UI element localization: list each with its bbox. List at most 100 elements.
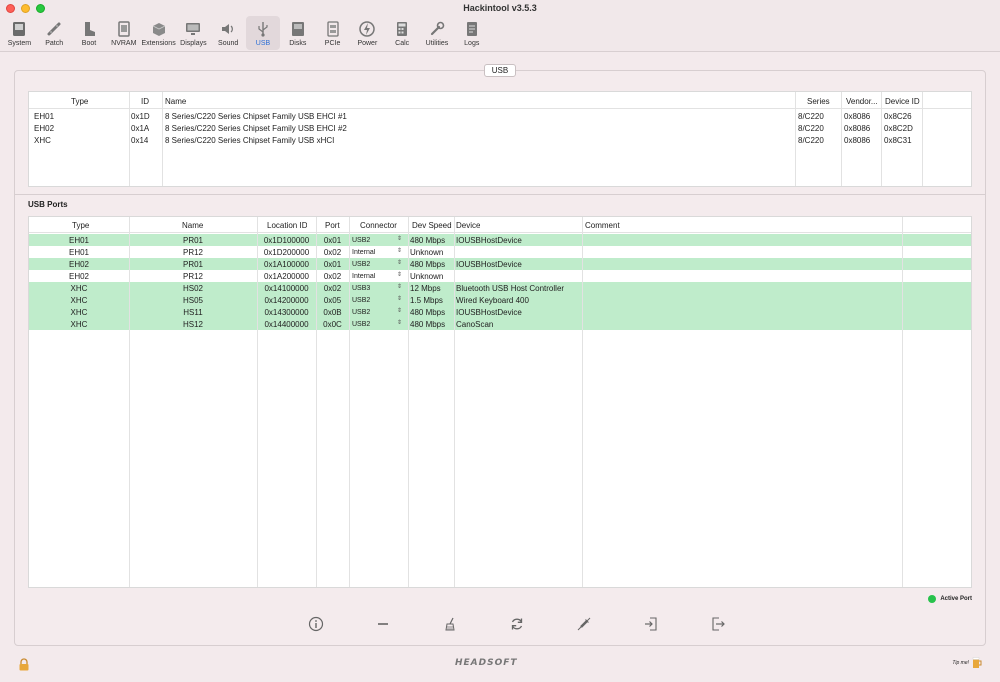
table-row[interactable]: EH01 PR12 0x1D200000 0x02 Internal ⇕ Unknown: [29, 246, 971, 258]
connector-select[interactable]: USB2: [352, 237, 370, 244]
displays-icon: [186, 23, 201, 35]
header-device[interactable]: Device: [456, 221, 480, 230]
connector-select[interactable]: USB2: [352, 297, 370, 304]
toolbar-label: Displays: [180, 40, 207, 47]
toolbar-extensions-button[interactable]: Extensions: [141, 16, 176, 50]
table-row[interactable]: XHC HS12 0x14400000 0x0C USB2 ⇕ 480 Mbps CanoSc…: [29, 318, 971, 330]
port-number-cell: 0x01: [323, 235, 342, 245]
toolbar-nvram-button[interactable]: NVRAM: [106, 16, 141, 50]
export-button[interactable]: [684, 614, 751, 634]
header-comment[interactable]: Comment: [585, 221, 620, 230]
toolbar-label: System: [7, 40, 32, 47]
header-device-id[interactable]: Device ID: [885, 97, 920, 106]
column-divider: [349, 217, 350, 587]
clear-button[interactable]: [416, 614, 483, 634]
title-bar: Hackintool v3.5.3 System Patch Boot NVRAM Ex…: [0, 0, 1000, 52]
port-speed-cell: Unknown: [410, 247, 444, 257]
connector-select[interactable]: USB2: [352, 321, 370, 328]
toolbar-system-button[interactable]: System: [2, 16, 37, 50]
port-speed-cell: 480 Mbps: [410, 235, 446, 245]
header-location-id[interactable]: Location ID: [267, 221, 307, 230]
connector-select[interactable]: Internal: [352, 273, 375, 280]
tip-me-button[interactable]: Tip me!: [952, 656, 982, 669]
header-vendor[interactable]: Vendor...: [846, 97, 878, 106]
connector-stepper-icon[interactable]: ⇕: [397, 283, 402, 290]
toolbar-label: Patch: [45, 40, 64, 47]
header-name[interactable]: Name: [182, 221, 203, 230]
column-divider: [582, 217, 583, 587]
column-divider: [881, 92, 882, 186]
tip-me-label: Tip me!: [952, 659, 969, 666]
header-port[interactable]: Port: [325, 221, 340, 230]
port-type-cell: XHC: [70, 295, 88, 305]
lock-icon: [19, 658, 29, 671]
extensions-icon: [152, 23, 165, 36]
system-icon: [13, 22, 26, 36]
legend-label: Active Port: [940, 596, 972, 602]
toolbar-usb-button[interactable]: USB: [245, 16, 281, 50]
toolbar-label: Extensions: [141, 40, 176, 47]
toolbar-sound-button[interactable]: Sound: [211, 16, 246, 50]
port-number-cell: 0x02: [323, 247, 342, 257]
port-location-cell: 0x1D100000: [263, 235, 310, 245]
connector-select[interactable]: USB2: [352, 261, 370, 268]
table-row[interactable]: EH02 PR12 0x1A200000 0x02 Internal ⇕ Unknown: [29, 270, 971, 282]
lock-button[interactable]: [18, 658, 30, 673]
port-location-cell: 0x14300000: [264, 307, 309, 317]
connector-stepper-icon[interactable]: ⇕: [397, 271, 402, 278]
header-id[interactable]: ID: [141, 97, 149, 106]
usb-controllers-table[interactable]: Type ID Name Series Vendor... Device ID …: [28, 91, 972, 187]
table-row[interactable]: EH02 PR01 0x1A100000 0x01 USB2 ⇕ 480 Mbps IOUSB…: [29, 258, 971, 270]
connector-stepper-icon[interactable]: ⇕: [397, 295, 402, 302]
connector-stepper-icon[interactable]: ⇕: [397, 307, 402, 314]
port-device-cell: Wired Keyboard 400: [456, 295, 529, 305]
toolbar-label: PCIe: [324, 40, 341, 47]
connector-select[interactable]: USB2: [352, 309, 370, 316]
toolbar-patch-button[interactable]: Patch: [37, 16, 72, 50]
connector-stepper-icon[interactable]: ⇕: [397, 319, 402, 326]
connector-select[interactable]: USB3: [352, 285, 370, 292]
column-divider: [922, 92, 923, 186]
active-port-dot: [928, 595, 937, 603]
pcie-icon: [326, 21, 339, 37]
column-divider: [129, 92, 130, 186]
port-number-cell: 0x05: [323, 295, 342, 305]
info-button[interactable]: [282, 614, 349, 634]
connector-stepper-icon[interactable]: ⇕: [397, 259, 402, 266]
header-connector[interactable]: Connector: [360, 221, 397, 230]
connector-stepper-icon[interactable]: ⇕: [397, 235, 402, 242]
toolbar-disks-button[interactable]: Disks: [280, 16, 315, 50]
table-row[interactable]: XHC HS11 0x14300000 0x0B USB2 ⇕ 480 Mbps IOUSBH…: [29, 306, 971, 318]
toolbar-pcie-button[interactable]: PCIe: [315, 16, 350, 50]
inject-button[interactable]: [550, 614, 617, 634]
table-row[interactable]: XHC HS05 0x14200000 0x05 USB2 ⇕ 1.5 Mbps Wired …: [29, 294, 971, 306]
header-type[interactable]: Type: [71, 97, 88, 106]
header-dev-speed[interactable]: Dev Speed: [412, 221, 452, 230]
controller-cell-device-id: 0x8C26: [884, 112, 912, 121]
toolbar-power-button[interactable]: Power: [350, 16, 385, 50]
port-location-cell: 0x14100000: [264, 283, 309, 293]
toolbar-utilities-button[interactable]: Utilities: [420, 16, 455, 50]
remove-button[interactable]: [349, 614, 416, 634]
port-location-cell: 0x14200000: [264, 295, 309, 305]
header-name[interactable]: Name: [165, 97, 186, 106]
table-row[interactable]: XHC HS02 0x14100000 0x02 USB3 ⇕ 12 Mbps Bluetoo…: [29, 282, 971, 294]
import-icon: [644, 617, 657, 631]
refresh-button[interactable]: [483, 614, 550, 634]
toolbar-boot-button[interactable]: Boot: [72, 16, 107, 50]
header-type[interactable]: Type: [72, 221, 89, 230]
connector-stepper-icon[interactable]: ⇕: [397, 247, 402, 254]
table-row[interactable]: EH01 PR01 0x1D100000 0x01 USB2 ⇕ 480 Mbps IOUSB…: [29, 234, 971, 246]
main-toolbar: System Patch Boot NVRAM Extensions Displays So…: [2, 16, 489, 50]
port-name-cell: HS05: [182, 295, 203, 305]
toolbar-displays-button[interactable]: Displays: [176, 16, 211, 50]
header-series[interactable]: Series: [807, 97, 830, 106]
import-button[interactable]: [617, 614, 684, 634]
toolbar-logs-button[interactable]: Logs: [454, 16, 489, 50]
column-divider: [902, 217, 903, 587]
controller-cell-device-id: 0x8C2D: [884, 124, 913, 133]
toolbar-calc-button[interactable]: Calc: [385, 16, 420, 50]
connector-select[interactable]: Internal: [352, 249, 375, 256]
usb-ports-table[interactable]: Type Name Location ID Port Connector Dev…: [28, 216, 972, 588]
port-name-cell: PR01: [182, 235, 203, 245]
